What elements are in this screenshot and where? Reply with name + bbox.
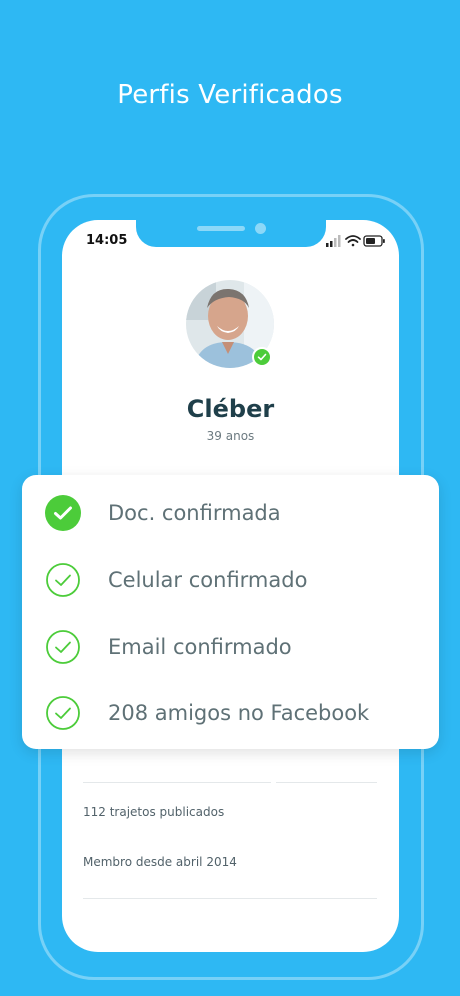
verification-label: 208 amigos no Facebook [108, 701, 370, 725]
verification-item-email: Email confirmado [22, 617, 439, 677]
signal-icon [326, 235, 341, 247]
verification-item-document: Doc. confirmada [22, 483, 439, 543]
divider [83, 782, 271, 783]
wifi-icon [345, 235, 361, 247]
verification-label: Celular confirmado [108, 568, 308, 592]
verification-label: Email confirmado [108, 635, 292, 659]
headline-title: Perfis Verificados [117, 80, 343, 110]
stat-member-since: Membro desde abril 2014 [83, 855, 237, 869]
divider [83, 898, 377, 899]
stat-trips: 112 trajetos publicados [83, 805, 225, 819]
check-outline-icon [45, 562, 81, 598]
check-filled-icon [45, 495, 81, 531]
camera-icon [255, 223, 266, 234]
verification-card: Doc. confirmada Celular confirmado Email… [22, 475, 439, 749]
verification-item-facebook: 208 amigos no Facebook [22, 683, 439, 743]
divider [276, 782, 377, 783]
profile-age: 39 anos [206, 429, 255, 443]
speaker-icon [197, 226, 245, 231]
verified-badge-icon [252, 347, 272, 367]
phone-notch [136, 220, 326, 247]
status-time: 14:05 [86, 233, 128, 248]
battery-icon [363, 235, 385, 247]
check-outline-icon [45, 629, 81, 665]
profile-name: Cléber [186, 395, 275, 423]
verification-label: Doc. confirmada [108, 501, 281, 525]
status-icons [326, 235, 385, 247]
check-outline-icon [45, 695, 81, 731]
verification-item-phone: Celular confirmado [22, 550, 439, 610]
